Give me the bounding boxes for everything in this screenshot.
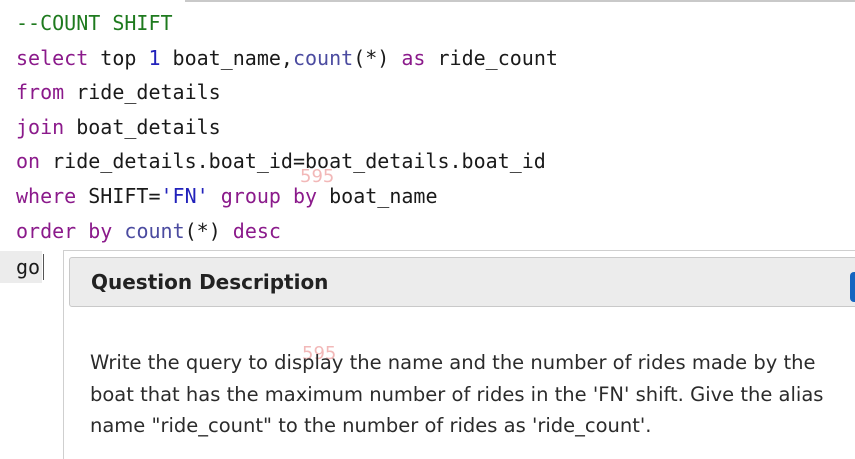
close-icon[interactable] bbox=[850, 272, 855, 302]
code-token: SHIFT= bbox=[76, 184, 161, 208]
code-line-1[interactable]: --COUNT SHIFT bbox=[16, 8, 173, 38]
code-token: where bbox=[16, 184, 77, 208]
code-line-5[interactable]: on ride_details.boat_id=boat_details.boa… bbox=[16, 146, 546, 176]
code-line-3[interactable]: from ride_details bbox=[16, 77, 221, 107]
code-token: from bbox=[16, 80, 65, 104]
code-token: 1 bbox=[148, 46, 161, 70]
code-token: count bbox=[124, 219, 185, 243]
code-token: (*) bbox=[353, 46, 402, 70]
code-token: go bbox=[16, 255, 41, 279]
code-token: join bbox=[16, 115, 65, 139]
code-token: by bbox=[88, 219, 113, 243]
code-line-8[interactable]: go bbox=[16, 252, 40, 282]
code-line-6[interactable]: where SHIFT='FN' group by boat_name bbox=[16, 181, 438, 211]
code-token: order bbox=[16, 219, 77, 243]
code-token: top bbox=[88, 46, 149, 70]
code-token: group bbox=[220, 184, 281, 208]
code-line-7[interactable]: order by count(*) desc bbox=[16, 216, 281, 246]
panel-header: Question Description bbox=[69, 257, 855, 307]
code-token: boat_details bbox=[64, 115, 221, 139]
code-token: (*) bbox=[184, 219, 233, 243]
panel-title: Question Description bbox=[91, 270, 329, 294]
code-token: ride_count bbox=[425, 46, 558, 70]
code-token: as bbox=[401, 46, 426, 70]
code-token: boat_name, bbox=[160, 46, 293, 70]
code-token: desc bbox=[232, 219, 281, 243]
code-token: by bbox=[293, 184, 318, 208]
code-token: select bbox=[16, 46, 89, 70]
code-token: boat_name bbox=[317, 184, 438, 208]
code-line-4[interactable]: join boat_details bbox=[16, 112, 221, 142]
code-token: --COUNT SHIFT bbox=[16, 11, 173, 35]
code-line-2[interactable]: select top 1 boat_name,count(*) as ride_… bbox=[16, 43, 558, 73]
code-token: ride_details.boat_id=boat_details.boat_i… bbox=[40, 149, 546, 173]
code-token: ride_details bbox=[64, 80, 221, 104]
code-token: 'FN' bbox=[160, 184, 209, 208]
question-description-panel: Question Description 595 Write the query… bbox=[63, 250, 855, 459]
text-cursor bbox=[43, 254, 44, 280]
code-token: count bbox=[292, 46, 354, 70]
question-description-text: Write the query to display the name and … bbox=[90, 351, 824, 437]
code-token: on bbox=[16, 149, 41, 173]
